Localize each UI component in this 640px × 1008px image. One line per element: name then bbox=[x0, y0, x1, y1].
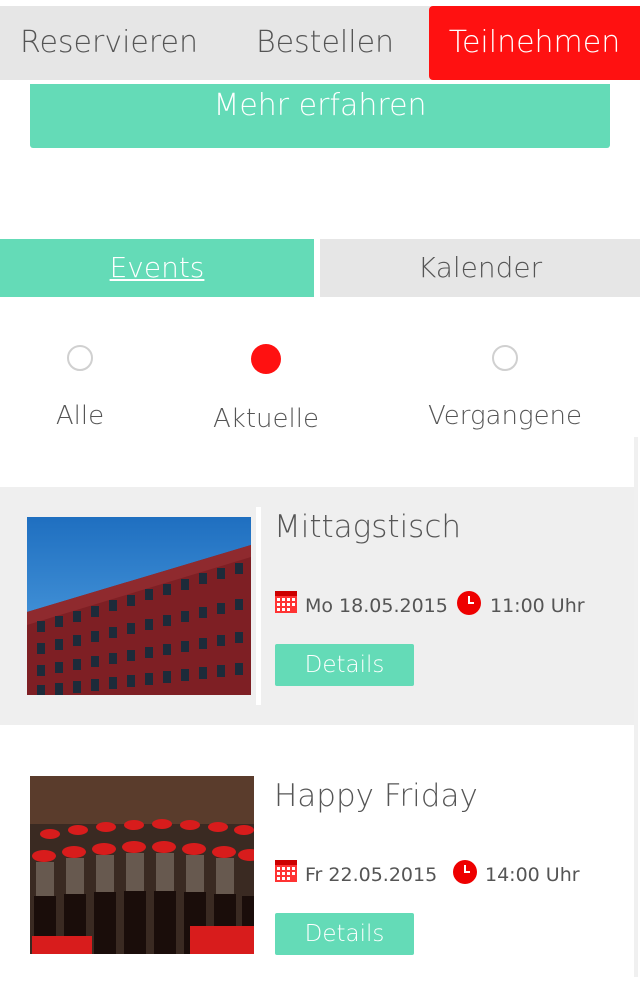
top-nav: Reservieren Bestellen Teilnehmen bbox=[0, 6, 640, 80]
tab-bestellen[interactable]: Bestellen bbox=[226, 6, 424, 80]
calendar-icon bbox=[275, 591, 297, 613]
event-image-building bbox=[27, 517, 251, 695]
event-image-bottles bbox=[30, 776, 254, 954]
radio-button-alle[interactable] bbox=[67, 345, 93, 371]
filter-label-vergangene: Vergangene bbox=[427, 401, 583, 431]
filter-label-aktuelle: Aktuelle bbox=[213, 404, 319, 434]
event-meta: Mo 18.05.2015 11:00 Uhr bbox=[275, 591, 595, 617]
tab-reservieren[interactable]: Reservieren bbox=[10, 6, 208, 80]
radio-button-aktuelle[interactable] bbox=[251, 344, 281, 374]
calendar-icon bbox=[275, 860, 297, 882]
list-scrollbar[interactable] bbox=[634, 437, 638, 977]
event-date: Mo 18.05.2015 bbox=[305, 595, 448, 617]
clock-icon bbox=[453, 860, 477, 884]
event-title: Mittagstisch bbox=[274, 509, 462, 545]
event-time: 14:00 Uhr bbox=[485, 864, 580, 886]
mehr-erfahren-button[interactable]: Mehr erfahren bbox=[30, 84, 610, 148]
filter-option-alle[interactable]: Alle bbox=[0, 330, 180, 431]
event-item[interactable]: Happy Friday Fr 22.05.2015 14:00 Uhr Det… bbox=[0, 756, 634, 994]
event-title: Happy Friday bbox=[274, 778, 478, 814]
tab-events[interactable]: Events bbox=[0, 239, 314, 297]
tab-teilnehmen[interactable]: Teilnehmen bbox=[429, 6, 640, 80]
tab-events-label: Events bbox=[109, 251, 205, 284]
image-divider bbox=[256, 507, 261, 705]
event-meta: Fr 22.05.2015 14:00 Uhr bbox=[275, 860, 595, 886]
radio-button-vergangene[interactable] bbox=[492, 345, 518, 371]
event-date: Fr 22.05.2015 bbox=[305, 864, 438, 886]
filter-option-vergangene[interactable]: Vergangene bbox=[405, 330, 605, 431]
tab-kalender[interactable]: Kalender bbox=[320, 239, 640, 297]
event-item[interactable]: Mittagstisch Mo 18.05.2015 11:00 Uhr Det… bbox=[0, 487, 634, 725]
filter-label-alle: Alle bbox=[55, 401, 105, 431]
details-button[interactable]: Details bbox=[275, 913, 414, 955]
event-time: 11:00 Uhr bbox=[490, 595, 585, 617]
clock-icon bbox=[457, 591, 481, 615]
details-button[interactable]: Details bbox=[275, 644, 414, 686]
filter-option-aktuelle[interactable]: Aktuelle bbox=[166, 330, 366, 434]
filter-radio-group: Alle Aktuelle Vergangene bbox=[0, 330, 640, 450]
